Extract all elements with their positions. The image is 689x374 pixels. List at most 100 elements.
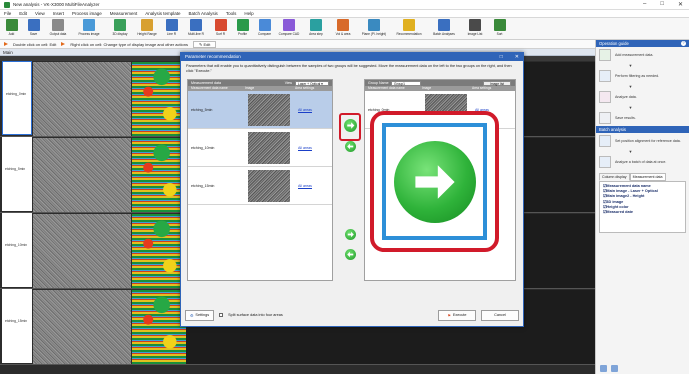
ribbon-button-area-step[interactable]: Area step: [304, 18, 328, 36]
move-left-button[interactable]: [345, 141, 356, 152]
guide-step-text: Save results.: [615, 116, 636, 120]
guide-step[interactable]: Set position alignment for reference dat…: [596, 133, 689, 149]
edit-button[interactable]: ✎ Edit: [192, 40, 217, 48]
height-image-cell[interactable]: [132, 138, 186, 212]
move-right-button[interactable]: [344, 119, 357, 132]
menu-file[interactable]: File: [4, 11, 11, 16]
ribbon-button-save[interactable]: Save: [24, 18, 43, 36]
ribbon-button-sort[interactable]: Sort: [490, 18, 509, 36]
ribbon-label: Sort: [496, 32, 503, 36]
menu-analysis-template[interactable]: Analysis template: [145, 11, 180, 16]
menu-view[interactable]: View: [35, 11, 45, 16]
ribbon-button-plane-pl-height[interactable]: Plane (Pl. height): [358, 18, 390, 36]
scroll-down-icon[interactable]: [611, 365, 618, 372]
tab-measurement-data[interactable]: Measurement data: [629, 173, 666, 181]
arrow-left-icon: [347, 143, 354, 150]
dialog-maximize-button[interactable]: □: [500, 53, 503, 61]
dialog-close-button[interactable]: ✕: [515, 53, 519, 61]
laser-image-cell[interactable]: [33, 138, 131, 212]
minimize-button[interactable]: –: [643, 1, 646, 8]
ribbon-button-3d-display[interactable]: 3D display: [108, 18, 132, 36]
ribbon-button-compare[interactable]: Compare: [255, 18, 274, 36]
ribbon-button-batch-analyses[interactable]: Batch Analyses: [428, 18, 460, 36]
maximize-button[interactable]: □: [660, 1, 664, 8]
window-controls: – □ ✕: [643, 1, 683, 8]
ribbon-label: Profile: [237, 32, 248, 36]
area-settings-link[interactable]: All areas: [298, 146, 312, 150]
ribbon-icon: [52, 19, 64, 31]
ribbon-button-compare-cad[interactable]: Compare CAD: [277, 18, 301, 36]
settings-button[interactable]: ⚙ Settings: [185, 309, 215, 321]
ribbon-button-output-data[interactable]: Output data: [46, 18, 70, 36]
ribbon-button-add[interactable]: Add: [2, 18, 21, 36]
menu-batch-analysis[interactable]: Batch Analysis: [189, 11, 218, 16]
height-image-cell[interactable]: [132, 214, 186, 288]
column-name: 3D image: [606, 199, 624, 204]
ribbon-button-height-range[interactable]: Height Range: [135, 18, 159, 36]
move-left-group2-button[interactable]: [345, 249, 356, 260]
guide-step-text: Analyze a batch of data at once.: [615, 160, 667, 164]
ribbon-button-profile[interactable]: Profile: [233, 18, 252, 36]
ribbon-icon: [236, 19, 249, 31]
list-item[interactable]: etching_5min All areas: [188, 91, 332, 129]
guide-step[interactable]: Perform filtering as needed.: [596, 68, 689, 84]
close-button[interactable]: ✕: [678, 1, 683, 8]
menu-process-image[interactable]: Process image: [72, 11, 102, 16]
menu-measurement[interactable]: Measurement: [110, 11, 138, 16]
ribbon-label: Compare: [257, 32, 272, 36]
ribbon-button-multi-line-r[interactable]: Multi-line R: [184, 18, 208, 36]
ribbon-icon: [438, 19, 450, 31]
row-label: etching_15min: [2, 289, 32, 363]
row-label: etching_10min: [2, 213, 32, 287]
menu-edit[interactable]: Edit: [19, 11, 27, 16]
height-image-cell[interactable]: [132, 62, 186, 136]
column-checkbox[interactable]: ☑Measured date: [603, 210, 682, 215]
view-select[interactable]: Laser + Optical ▾: [295, 80, 329, 86]
tab-column-display[interactable]: Column display: [599, 173, 630, 181]
help-icon[interactable]: ?: [681, 41, 686, 46]
cancel-button[interactable]: Cancel: [481, 309, 519, 321]
execute-button[interactable]: ⚑ Execute: [438, 309, 476, 321]
zoomed-move-right-button[interactable]: [382, 123, 487, 240]
split-areas-checkbox[interactable]: [219, 313, 224, 317]
guide-step[interactable]: Save results.: [596, 110, 689, 126]
edit-label: Edit: [203, 41, 211, 47]
group-name-input[interactable]: Group1: [391, 80, 421, 86]
guide-step[interactable]: Add measurement data.: [596, 47, 689, 63]
operation-guide-header: Operation guide ?: [596, 40, 689, 47]
item-thumbnail: [248, 132, 290, 164]
menu-tools[interactable]: Tools: [226, 11, 237, 16]
ribbon-button-line-r[interactable]: Line R: [162, 18, 181, 36]
ribbon-button-surf-r[interactable]: Surf R: [211, 18, 230, 36]
ribbon-icon: [190, 19, 202, 31]
image-list-button[interactable]: Image list: [483, 80, 511, 86]
menu-insert[interactable]: Insert: [53, 11, 64, 16]
list-item[interactable]: etching_10min All areas: [188, 129, 332, 167]
scroll-up-icon[interactable]: [600, 365, 607, 372]
guide-step-text: Add measurement data.: [615, 53, 654, 57]
item-name: etching_15min: [191, 184, 215, 188]
height-image-cell[interactable]: [132, 290, 186, 364]
area-settings-link[interactable]: All areas: [298, 184, 312, 188]
move-right-group2-button[interactable]: [345, 229, 356, 240]
ribbon-button-process-image[interactable]: Process image: [73, 18, 105, 36]
ribbon-button-recommendation[interactable]: Recommendation: [393, 18, 425, 36]
add-data-icon: [599, 49, 611, 61]
measurement-data-header: Measurement data View Laser + Optical ▾: [188, 80, 332, 86]
laser-image-cell[interactable]: [33, 214, 131, 288]
laser-image-cell[interactable]: [33, 62, 131, 136]
menu-help[interactable]: Help: [244, 11, 253, 16]
batch-analysis-header: Batch analysis: [596, 126, 689, 133]
column-name: Main image2 - Height: [606, 194, 645, 199]
ribbon-icon: [493, 19, 506, 31]
view-label: View: [284, 81, 292, 85]
ribbon-button-image-list[interactable]: Image List: [463, 18, 487, 36]
area-settings-link[interactable]: All areas: [298, 108, 312, 112]
operation-guide-panel: Operation guide ? Add measurement data. …: [595, 40, 689, 374]
guide-step[interactable]: Analyze a batch of data at once.: [596, 154, 689, 170]
ribbon-button-vol-area[interactable]: Vol & area: [331, 18, 355, 36]
list-item[interactable]: etching_15min All areas: [188, 167, 332, 205]
guide-step[interactable]: Analyze data.: [596, 89, 689, 105]
laser-image-cell[interactable]: [33, 290, 131, 364]
guide-step-text: Set position alignment for reference dat…: [615, 139, 681, 143]
